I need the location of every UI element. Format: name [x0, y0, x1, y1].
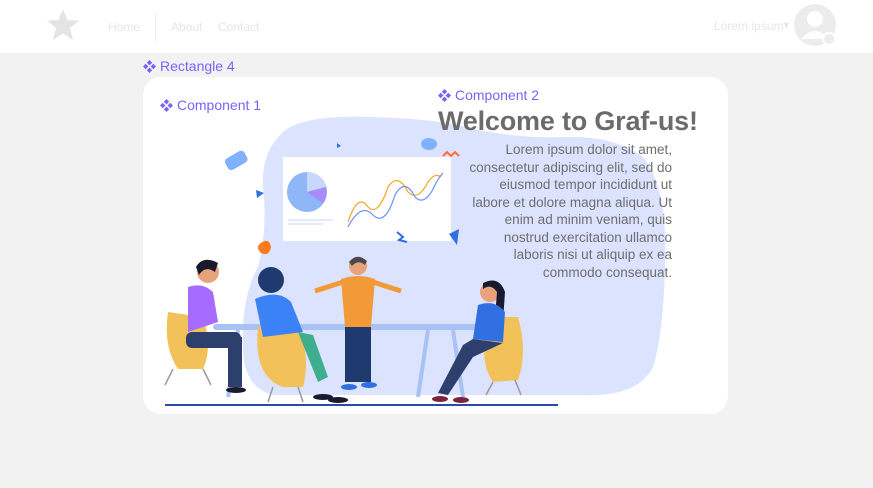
component-diamond-icon	[143, 59, 156, 73]
nav-link-home[interactable]: Home	[108, 20, 140, 34]
component-2-text: Component 2	[455, 87, 540, 103]
component-1-label: Component 1	[160, 97, 261, 113]
hero-title: Welcome to Graf-us!	[438, 106, 698, 136]
nav-link-about[interactable]: About	[171, 20, 202, 34]
nav-divider	[155, 12, 156, 42]
star-icon[interactable]	[45, 7, 81, 43]
whiteboard-pie-chart	[287, 172, 327, 212]
component-diamond-icon	[438, 88, 451, 102]
floating-shape	[421, 138, 437, 150]
user-name[interactable]: Lorem ipsum	[714, 19, 783, 33]
chevron-down-icon[interactable]: ▼	[782, 20, 791, 30]
rectangle-4-text: Rectangle 4	[160, 58, 235, 74]
nav-link-contact[interactable]: Contact	[218, 20, 259, 34]
floating-shape	[256, 190, 264, 198]
hero-body-text: Lorem ipsum dolor sit amet, consectetur …	[469, 142, 672, 280]
component-2-label: Component 2	[438, 87, 539, 103]
user-avatar-icon[interactable]	[793, 3, 837, 47]
component-1-text: Component 1	[177, 97, 262, 113]
rectangle-4-label: Rectangle 4	[143, 58, 235, 74]
component-diamond-icon	[160, 98, 173, 112]
top-navbar: Home About Contact Lorem ipsum ▼	[0, 0, 873, 53]
floating-shape	[224, 150, 248, 171]
